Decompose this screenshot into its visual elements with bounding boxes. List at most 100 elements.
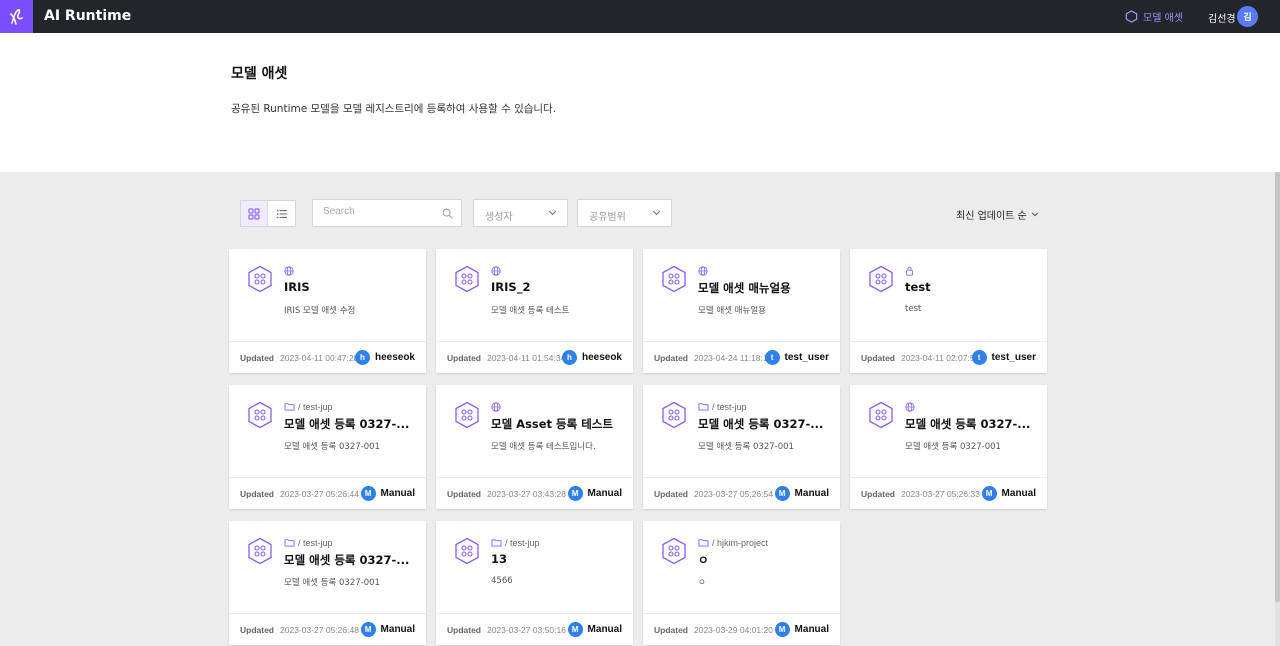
card-updated-time: 2023-04-11 00:47:28 [280, 353, 359, 363]
top-bar: AI Runtime 모델 애셋 김선경 김 [0, 0, 1280, 33]
asset-card[interactable]: / test-jup 모델 애셋 등록 0327-... 모델 애셋 등록 03… [229, 385, 426, 509]
card-divider [229, 613, 426, 614]
asset-card[interactable]: / test-jup 모델 애셋 등록 0327-... 모델 애셋 등록 03… [643, 385, 840, 509]
card-updated: Updated 2023-04-11 00:47:28 [240, 353, 358, 363]
folder-icon [284, 403, 295, 411]
search-box [312, 199, 462, 227]
asset-card[interactable]: 모델 애셋 등록 0327-... 모델 애셋 등록 0327-001 Upda… [850, 385, 1047, 509]
asset-card[interactable]: 모델 Asset 등록 테스트 모델 애셋 등록 테스트입니다. Updated… [436, 385, 633, 509]
card-user-name: heeseok [581, 352, 622, 363]
asset-card[interactable]: IRIS_2 모델 애셋 등록 테스트 Updated 2023-04-11 01… [436, 249, 633, 373]
card-updated-time: 2023-03-27 03:43:28 [487, 489, 566, 499]
card-user-name: Manual [1001, 488, 1036, 499]
card-scope: / test-jup [698, 401, 747, 412]
card-user-name: Manual [587, 488, 622, 499]
card-user-avatar: M [567, 486, 583, 501]
card-updated-label: Updated [240, 353, 274, 363]
card-user-avatar: M [774, 486, 790, 501]
card-updated-time: 2023-03-27 03:50:16 [487, 625, 566, 635]
card-user-name: Manual [380, 488, 415, 499]
card-title: IRIS_2 [491, 280, 531, 294]
list-icon [276, 209, 287, 218]
asset-card[interactable]: test test Updated 2023-04-11 02:07:56 t t… [850, 249, 1047, 373]
card-updated-time: 2023-03-27 05:26:54 [694, 489, 773, 499]
folder-icon [698, 539, 709, 547]
creator-filter-label: 생성자 [485, 212, 513, 223]
chevron-down-icon [1031, 212, 1039, 217]
card-divider [436, 613, 633, 614]
model-asset-icon [455, 401, 479, 429]
card-scope [491, 401, 504, 412]
card-scope: / test-jup [284, 401, 333, 412]
list-view-button[interactable] [268, 201, 295, 226]
card-user-avatar: M [567, 622, 583, 637]
card-user-avatar: t [764, 350, 780, 365]
globe-icon [491, 401, 501, 412]
card-user-name: Manual [380, 624, 415, 635]
lock-icon [906, 266, 913, 276]
card-title: 13 [491, 552, 508, 566]
card-description: 모델 애셋 등록 테스트입니다. [491, 442, 596, 452]
card-user: h heeseok [354, 350, 415, 365]
card-updated: Updated 2023-03-27 03:43:28 [447, 489, 566, 499]
creator-filter-select[interactable]: 생성자 [473, 199, 568, 227]
card-updated: Updated 2023-04-11 01:54:34 [447, 353, 565, 363]
sort-label: 최신 업데이트 순 [956, 211, 1027, 222]
card-updated-label: Updated [447, 353, 481, 363]
asset-card[interactable]: / hjkim-project ㅇ ㅇ Updated 2023-03-29 04… [643, 521, 840, 645]
user-name[interactable]: 김선경 [1208, 10, 1236, 25]
card-description: 모델 애셋 등록 0327-001 [698, 442, 794, 452]
card-user: M Manual [360, 622, 415, 637]
model-asset-icon [455, 265, 479, 293]
model-asset-icon [869, 265, 893, 293]
card-divider [850, 477, 1047, 478]
grid-view-button[interactable] [241, 201, 268, 226]
card-scope-label: / hjkim-project [712, 537, 769, 548]
card-updated-label: Updated [861, 489, 895, 499]
card-title: ㅇ [698, 553, 709, 567]
card-title: 모델 애셋 등록 0327-... [905, 417, 1031, 431]
app-logo[interactable] [0, 0, 33, 33]
card-user: M Manual [774, 486, 829, 501]
folder-icon [284, 539, 295, 547]
page-description: 공유된 Runtime 모델을 모델 레지스트리에 등록하여 사용할 수 있습니… [231, 103, 557, 115]
card-user-name: Manual [794, 624, 829, 635]
card-updated-time: 2023-03-27 05:26:48 [280, 625, 359, 635]
card-updated-label: Updated [447, 625, 481, 635]
search-input[interactable] [323, 206, 443, 217]
card-scope-label: / test-jup [298, 401, 333, 412]
nav-model-asset[interactable]: 모델 애셋 [1125, 9, 1183, 24]
asset-card[interactable]: / test-jup 13 4566 Updated 2023-03-27 03:… [436, 521, 633, 645]
sort-dropdown[interactable]: 최신 업데이트 순 [956, 207, 1039, 222]
scope-filter-select[interactable]: 공유범위 [577, 199, 672, 227]
card-updated: Updated 2023-03-27 05:26:33 [861, 489, 980, 499]
card-scope-label: / test-jup [505, 537, 540, 548]
card-updated-label: Updated [654, 625, 688, 635]
card-scope [491, 265, 504, 276]
app-title: AI Runtime [44, 8, 132, 24]
hexagon-icon [1125, 10, 1138, 23]
card-description: 모델 애셋 등록 0327-001 [905, 442, 1001, 452]
page-title: 모델 애셋 [231, 66, 288, 82]
asset-card[interactable]: 모델 애셋 매뉴얼용 모델 애셋 매뉴얼용 Updated 2023-04-24 … [643, 249, 840, 373]
model-asset-icon [662, 401, 686, 429]
search-icon[interactable] [442, 208, 453, 219]
card-divider [436, 477, 633, 478]
card-user-avatar: t [971, 350, 987, 365]
scrollbar-thumb[interactable] [1275, 172, 1280, 602]
globe-icon [284, 265, 294, 276]
card-user-name: Manual [794, 488, 829, 499]
asset-card[interactable]: IRIS IRIS 모델 애셋 수정 Updated 2023-04-11 00:… [229, 249, 426, 373]
card-scope [905, 401, 918, 412]
card-divider [850, 341, 1047, 342]
asset-card[interactable]: / test-jup 모델 애셋 등록 0327-... 모델 애셋 등록 03… [229, 521, 426, 645]
card-divider [643, 341, 840, 342]
chevron-down-icon [548, 210, 557, 216]
card-scope-label: / test-jup [712, 401, 747, 412]
logo-icon [9, 8, 23, 25]
card-scope [284, 265, 297, 276]
card-title: 모델 애셋 등록 0327-... [284, 417, 410, 431]
card-updated: Updated 2023-03-27 05:26:44 [240, 489, 359, 499]
user-avatar[interactable]: 김 [1237, 6, 1258, 27]
card-scope: / hjkim-project [698, 537, 768, 548]
